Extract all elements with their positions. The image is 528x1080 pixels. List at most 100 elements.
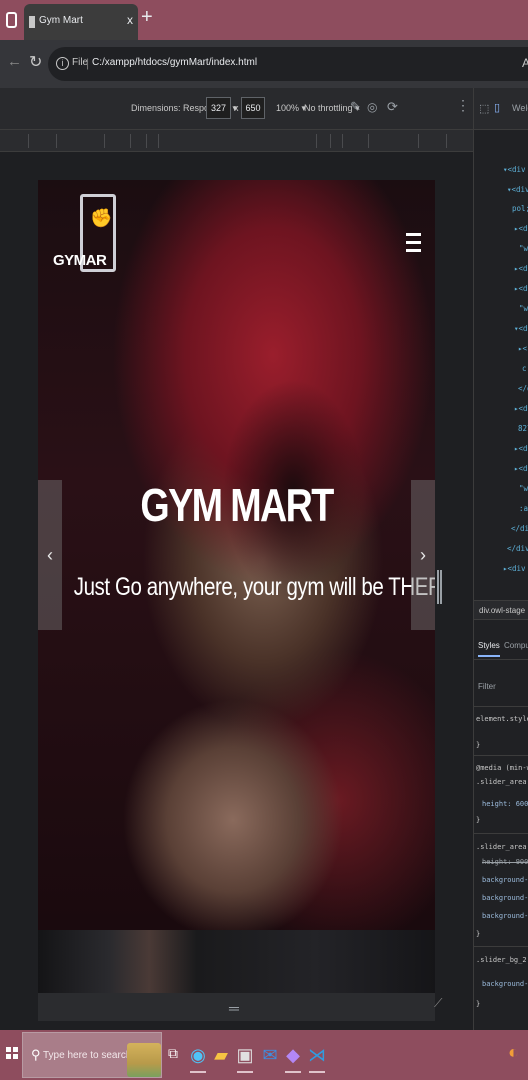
- dom-node-line[interactable]: "wi: [519, 304, 528, 313]
- dom-node-line[interactable]: "wi: [519, 484, 528, 493]
- ruler-tick: [56, 134, 57, 148]
- gym-mart-logo[interactable]: ✊ GYMAR: [52, 192, 122, 280]
- dom-node-line[interactable]: ▾<div c: [503, 165, 528, 174]
- hamburger-menu-icon[interactable]: [406, 233, 421, 257]
- slider-prev-button[interactable]: ‹: [38, 480, 62, 630]
- device-toggle-icon[interactable]: ▯: [494, 101, 500, 114]
- dom-node-line[interactable]: 827: [518, 424, 528, 433]
- dom-breadcrumb[interactable]: div.owl-stage: [474, 600, 528, 620]
- device-width-input[interactable]: 327: [206, 97, 231, 119]
- wallpaper-icon[interactable]: ◐: [508, 1042, 519, 1063]
- info-icon[interactable]: i: [56, 57, 69, 70]
- css-declaration[interactable]: background-siz: [482, 876, 528, 884]
- dom-node-line[interactable]: </d: [518, 384, 528, 393]
- css-brace: }: [476, 741, 481, 749]
- css-declaration[interactable]: background-pos: [482, 912, 528, 920]
- side-resize-handle[interactable]: [437, 570, 442, 604]
- windows-taskbar: ⚲ Type here to search ⧉ ◉ ▰ ▣ ✉ ◆ ⋊ ◐: [0, 1030, 528, 1080]
- reader-mode-icon[interactable]: A: [522, 56, 528, 70]
- resize-handle-icon[interactable]: ═: [229, 1000, 239, 1016]
- search-placeholder: Type here to search: [43, 1050, 132, 1061]
- css-declaration[interactable]: height: 900px;: [482, 858, 528, 866]
- active-indicator: [309, 1071, 325, 1073]
- css-brace: }: [476, 816, 481, 824]
- sensor-icon[interactable]: ◎: [367, 100, 377, 114]
- task-view-icon[interactable]: ⧉: [168, 1045, 178, 1062]
- dom-node-line[interactable]: ▸<di: [514, 264, 528, 273]
- tab-styles[interactable]: Styles: [478, 641, 500, 657]
- device-viewport-area: ✊ GYMAR GYM MART Just Go anywhere, your …: [0, 152, 473, 1030]
- css-selector: element.style {: [476, 715, 528, 723]
- gym-mart-page: ✊ GYMAR GYM MART Just Go anywhere, your …: [38, 180, 435, 930]
- dom-node-line[interactable]: ▸<div c: [503, 564, 528, 573]
- dom-node-line[interactable]: ▸<di: [514, 284, 528, 293]
- divider: [474, 833, 528, 834]
- edge-icon[interactable]: ◉: [187, 1040, 209, 1073]
- media-query-ruler[interactable]: [0, 130, 473, 152]
- dom-node-line[interactable]: pol;: [512, 204, 528, 213]
- dom-node-line[interactable]: ▸<d: [514, 404, 528, 413]
- device-toolbar: Dimensions: Responsive ▾ 327 x 650 100% …: [0, 88, 473, 130]
- styles-tabbar: Styles Compute: [474, 632, 528, 660]
- dom-node-line[interactable]: c: [522, 364, 527, 373]
- menu-bar: [406, 233, 421, 236]
- dom-node-line[interactable]: ▸<d: [514, 464, 528, 473]
- browser-tab-strip: Gym Mart x +: [0, 0, 528, 40]
- styles-filter-input[interactable]: Filter: [478, 682, 496, 691]
- device-height-input[interactable]: 650: [241, 97, 265, 119]
- css-selector: .slider_area .si: [476, 843, 528, 851]
- url-text[interactable]: C:/xampp/htdocs/gymMart/index.html: [92, 57, 257, 68]
- ruler-tick: [130, 134, 131, 148]
- reload-icon[interactable]: ↻: [29, 52, 42, 72]
- active-indicator: [190, 1071, 206, 1073]
- paint-icon[interactable]: ▣: [234, 1040, 256, 1073]
- new-tab-icon[interactable]: +: [141, 6, 153, 29]
- resize-corner-icon[interactable]: ⟋: [434, 996, 442, 1011]
- ruler-tick: [330, 134, 331, 148]
- tab-computed[interactable]: Compute: [504, 641, 528, 650]
- mail-icon[interactable]: ✉: [259, 1040, 281, 1070]
- dom-node-line[interactable]: "wi: [519, 244, 528, 253]
- dom-node-line[interactable]: ▾<di: [514, 324, 528, 333]
- ruler-tick: [342, 134, 343, 148]
- pen-icon[interactable]: ✎: [350, 99, 361, 115]
- dom-node-line[interactable]: ▾<div: [507, 185, 528, 194]
- vscode-icon[interactable]: ⋊: [306, 1040, 328, 1073]
- teams-icon[interactable]: ◆: [282, 1040, 304, 1073]
- css-media-query: @media (min-width: [476, 764, 528, 772]
- ruler-tick: [28, 134, 29, 148]
- ruler-tick: [316, 134, 317, 148]
- rotate-icon[interactable]: ⟳: [387, 99, 398, 115]
- next-section-preview: [38, 930, 435, 993]
- file-explorer-icon[interactable]: ▰: [210, 1040, 232, 1070]
- slider-next-button[interactable]: ›: [411, 480, 435, 630]
- dom-node-line[interactable]: :af: [519, 504, 528, 513]
- windows-start-icon[interactable]: [6, 1047, 18, 1059]
- tab-welcome[interactable]: Welco: [512, 103, 528, 113]
- css-declaration[interactable]: background-rep: [482, 894, 528, 902]
- dimension-times: x: [234, 103, 239, 113]
- css-declaration[interactable]: background-ima: [482, 980, 528, 988]
- browser-tab-gym-mart[interactable]: Gym Mart x: [24, 4, 138, 40]
- css-declaration[interactable]: height: 600px;: [482, 800, 528, 808]
- menu-bar: [406, 241, 421, 244]
- css-brace: }: [476, 1000, 481, 1008]
- inspect-element-icon[interactable]: ⬚: [479, 102, 489, 115]
- css-brace: }: [476, 930, 481, 938]
- zoom-dropdown[interactable]: 100% ▾: [276, 103, 306, 114]
- dom-node-line[interactable]: ▸<: [518, 344, 527, 353]
- search-icon: ⚲: [31, 1047, 41, 1062]
- dom-node-line[interactable]: ▸<di: [514, 224, 528, 233]
- omnibox[interactable]: i File | C:/xampp/htdocs/gymMart/index.h…: [48, 47, 528, 81]
- dom-node-line[interactable]: </di: [511, 524, 528, 533]
- taskbar-search-box[interactable]: ⚲ Type here to search: [22, 1032, 162, 1078]
- breadcrumb-item[interactable]: div.owl-stage: [479, 606, 525, 615]
- dom-node-line[interactable]: ▸<d: [514, 444, 528, 453]
- back-icon[interactable]: ←: [7, 53, 22, 70]
- more-options-icon[interactable]: ⋮: [456, 97, 470, 114]
- url-separator: |: [86, 56, 90, 70]
- device-bottom-bar: ═: [38, 993, 435, 1021]
- tab-close-icon[interactable]: x: [127, 13, 133, 27]
- dom-node-line[interactable]: </div>: [507, 544, 528, 553]
- tab-actions-icon[interactable]: [6, 12, 17, 28]
